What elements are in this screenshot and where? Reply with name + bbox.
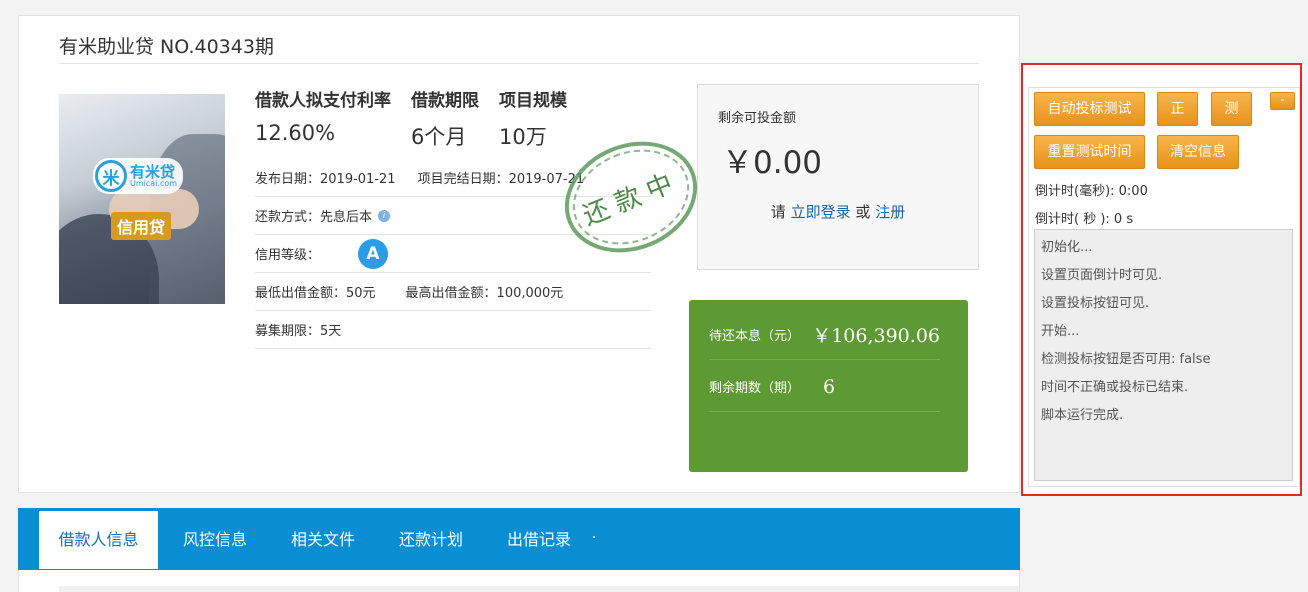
countdown-ms: 倒计时(毫秒): 0:00 [1035,184,1148,199]
repay-method: 还款方式：先息后本 [255,210,373,225]
log-line: 脚本运行完成. [1041,408,1124,423]
remaining-periods-row: 剩余期数（期） 6 [709,362,940,412]
login-prefix: 请 [770,203,786,221]
tab-repay-plan[interactable]: 还款计划 [384,511,478,569]
stat-label: 借款人拟支付利率 [255,91,391,111]
brand-logo: 米 有米贷 Umicai.com [93,158,184,194]
tab-content-header [59,586,1019,592]
pending-label: 待还本息（元） [709,329,801,344]
remaining-label: 剩余可投金额 [718,111,797,126]
reset-time-button[interactable]: 重置测试时间 [1034,135,1145,169]
minimize-button[interactable]: - [1270,92,1295,110]
stat-value: 6个月 [411,125,467,149]
credit-loan-badge: 信用贷 [111,212,172,240]
or-text: 或 [855,203,871,221]
register-link[interactable]: 注册 [875,203,905,221]
auto-bid-test-button[interactable]: 自动投标测试 [1034,92,1145,126]
stat-scale: 项目规模 10万 [499,86,567,151]
tab-content [18,570,1020,592]
detail-tabs: 借款人信息 风控信息 相关文件 还款计划 出借记录 [18,508,1020,570]
credit-grade-badge: A [358,238,389,269]
remaining-periods-value: 6 [823,375,836,398]
zheng-button[interactable]: 正 [1157,92,1198,126]
remaining-amount: ￥0.00 [722,145,823,181]
brand-url: Umicai.com [130,178,178,188]
log-output[interactable]: 初始化... 设置页面倒计时可见. 设置投标按钮可见. 开始... 检测投标按钮… [1034,229,1293,481]
login-link[interactable]: 立即登录 [791,203,851,221]
pending-row: 待还本息（元） ￥106,390.06 [709,310,940,360]
divider [59,63,979,64]
project-image: 米 有米贷 Umicai.com 信用贷 [59,94,225,304]
key-stats: 借款人拟支付利率 12.60% 借款期限 6个月 项目规模 10万 [255,86,587,151]
log-line: 初始化... [1041,240,1093,255]
tab-related-files[interactable]: 相关文件 [276,511,370,569]
invest-box: 剩余可投金额 ￥0.00 请 立即登录 或 注册 [697,84,979,270]
max-amount: 最高出借金额：100,000元 [405,286,564,301]
tab-borrower-info[interactable]: 借款人信息 [39,511,158,569]
clear-info-button[interactable]: 清空信息 [1157,135,1239,169]
page-title: 有米助业贷 NO.40343期 [59,36,274,58]
log-line: 开始... [1041,324,1080,339]
login-prompt: 请 立即登录 或 注册 [698,201,978,222]
brand-name: 有米贷 [130,162,176,181]
stat-term: 借款期限 6个月 [411,86,479,151]
log-line: 设置投标按钮可见. [1041,296,1150,311]
ce-button[interactable]: 测 [1211,92,1252,126]
info-icon[interactable]: i [378,209,391,222]
raise-period: 募集期限：5天 [255,324,342,339]
project-card: 有米助业贷 NO.40343期 米 有米贷 Umicai.com 信用贷 借款人… [18,15,1020,493]
tab-risk-control[interactable]: 风控信息 [168,511,262,569]
credit-grade-label: 信用等级： [255,248,321,263]
countdown-s: 倒计时( 秒 ): 0 s [1035,212,1134,227]
remaining-periods-label: 剩余期数（期） [709,381,801,396]
stat-value: 12.60% [255,121,336,145]
log-line: 检测投标按钮是否可用: false [1041,352,1211,367]
stat-value: 10万 [499,125,547,149]
publish-date: 发布日期：2019-01-21 [255,172,396,187]
stat-label: 借款期限 [411,91,479,111]
divider [593,536,595,538]
brand-icon: 米 [95,160,127,192]
info-row-amounts: 最低出借金额：50元 最高出借金额：100,000元 [255,273,651,311]
stat-label: 项目规模 [499,91,567,111]
log-line: 设置页面倒计时可见. [1041,268,1163,283]
stat-rate: 借款人拟支付利率 12.60% [255,86,391,151]
tab-lending-records[interactable]: 出借记录 [492,511,586,569]
pending-value: ￥106,390.06 [812,325,940,347]
info-row-period: 募集期限：5天 [255,311,651,349]
min-amount: 最低出借金额：50元 [255,286,376,301]
auto-bid-tool-panel: 自动投标测试 正 测 - 重置测试时间 清空信息 倒计时(毫秒): 0:00 倒… [1028,87,1300,487]
log-line: 时间不正确或投标已结束. [1041,380,1189,395]
repay-summary: 待还本息（元） ￥106,390.06 剩余期数（期） 6 [689,300,968,472]
